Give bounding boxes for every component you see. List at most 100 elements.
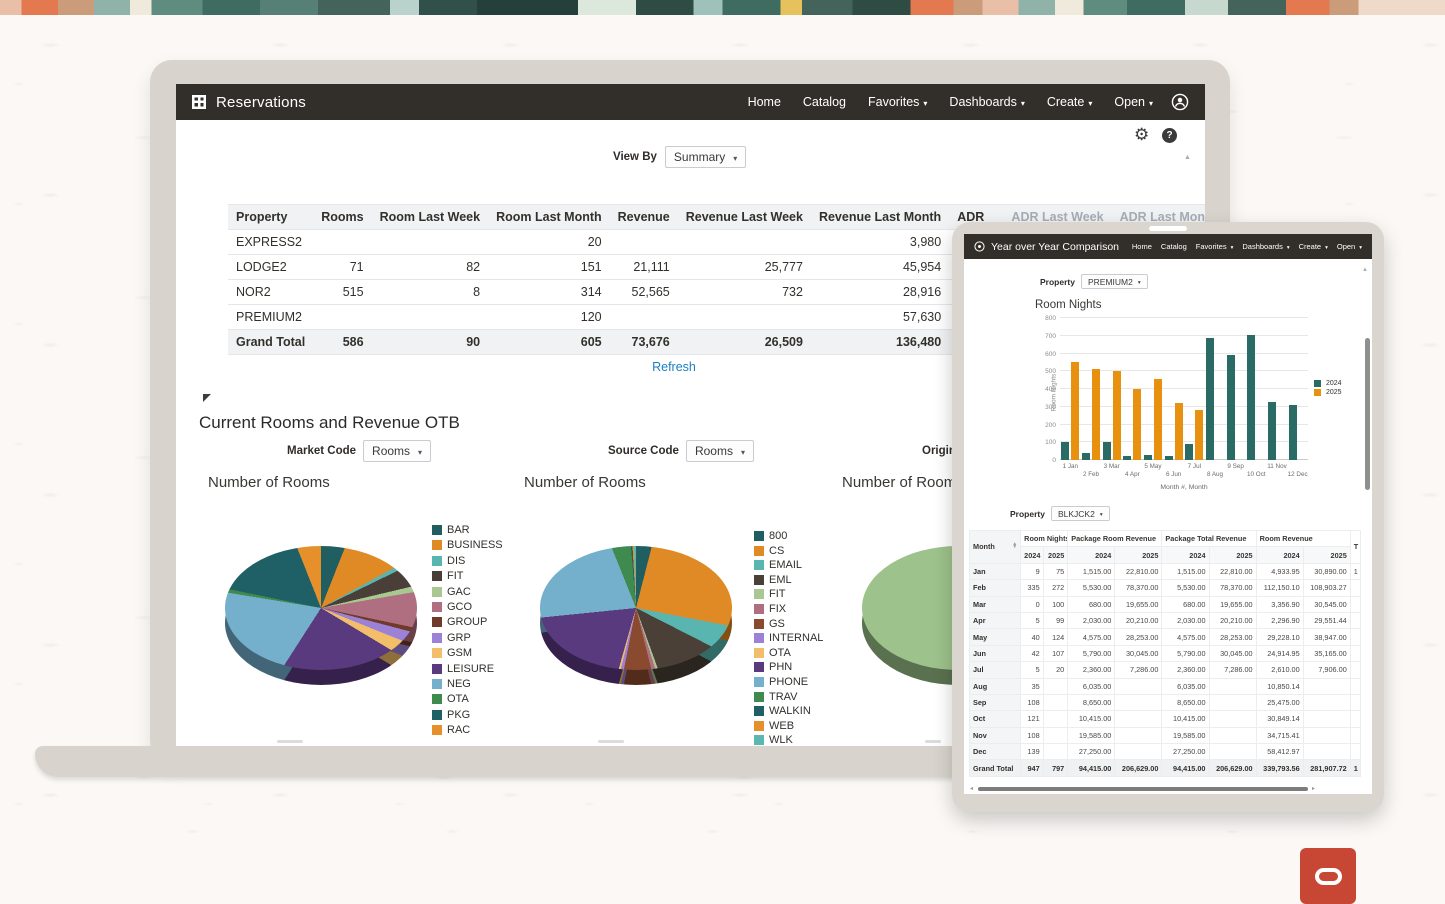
nav-item-open[interactable]: Open ▾: [1114, 95, 1153, 109]
partial-cell: [1349, 661, 1362, 679]
partial-cell: 1: [1349, 759, 1362, 777]
legend-item: 800: [754, 530, 823, 542]
collapse-handle[interactable]: [203, 394, 211, 402]
room-nights-bar-chart: Room Nights Month #, Month 0 100 200 300 400…: [1045, 315, 1308, 491]
year-header: 2024: [1067, 546, 1116, 564]
nav-item-dashboards[interactable]: Dashboards ▾: [1242, 242, 1289, 251]
table-row: Jan 9 75 1,515.00 22,810.00 1,515.00 22,810.00…: [969, 562, 1362, 581]
table-row: Oct 121 10,415.00 10,415.00 30,849.14: [969, 710, 1362, 728]
user-account-icon[interactable]: [1171, 93, 1189, 111]
x-tick-label: 4 Apr: [1124, 471, 1140, 478]
value-cell: 4,575.00: [1067, 628, 1116, 646]
value-cell: 99: [1042, 611, 1069, 630]
legend-item: OTA: [432, 693, 503, 705]
property-cell: EXPRESS2: [228, 229, 314, 255]
property-dropdown-bottom[interactable]: BLKJCK2 ▾: [1050, 506, 1110, 521]
nav-item-home[interactable]: Home: [1132, 242, 1152, 251]
source-code-dropdown[interactable]: Rooms ▾: [685, 440, 754, 462]
value-cell: 2,610.00: [1255, 661, 1304, 679]
legend-item: OTA: [754, 647, 823, 659]
sort-icons[interactable]: ▲ ▼: [1012, 542, 1017, 550]
oracle-o-mark: [1314, 867, 1342, 885]
nav-item-label: Open: [1114, 95, 1145, 109]
nav-item-catalog[interactable]: Catalog: [1161, 242, 1187, 251]
value-cell: 100: [1042, 595, 1069, 613]
nav-item-home[interactable]: Home: [748, 95, 781, 109]
yoy-table-container: Month ▲ ▼ Room Nights Package Room Revenue Pa…: [969, 530, 1366, 786]
scroll-up-arrow[interactable]: ▲: [1184, 154, 1191, 161]
legend-item: GROUP: [432, 616, 503, 628]
chevron-down-icon: ▾: [1088, 98, 1093, 108]
legend-item: TRAV: [754, 691, 823, 703]
x-tick-label: 8 Aug: [1206, 471, 1224, 478]
chevron-down-icon: ▾: [733, 153, 738, 163]
legend-item: RAC: [432, 724, 503, 736]
legend-item: INTERNAL: [754, 632, 823, 644]
yoy-comparison-table: Month ▲ ▼ Room Nights Package Room Revenue Pa…: [969, 530, 1362, 777]
nav-item-favorites[interactable]: Favorites ▾: [868, 95, 927, 109]
x-tick-label: 5 May: [1144, 463, 1162, 470]
value-cell: 20: [488, 229, 610, 255]
group-header: Room Revenue: [1255, 530, 1351, 548]
nav-item-open[interactable]: Open ▾: [1337, 242, 1362, 251]
settings-icon[interactable]: ⚙: [1134, 126, 1149, 143]
value-cell: [677, 304, 811, 330]
month-cell: Feb: [969, 579, 1022, 597]
value-cell: 4,575.00: [1161, 628, 1210, 646]
nav-item-catalog[interactable]: Catalog: [803, 95, 846, 109]
legend-item: GS: [754, 618, 823, 630]
help-icon[interactable]: ?: [1162, 128, 1177, 143]
bar-group: [1287, 404, 1308, 460]
column-header: Room Last Month: [488, 204, 610, 230]
legend-swatch: [754, 662, 764, 673]
bar-group: [1081, 368, 1102, 460]
scroll-left-arrow[interactable]: ◂: [970, 785, 973, 792]
value-cell: 680.00: [1067, 595, 1116, 613]
tablet-screen: Year over Year Comparison Home Catalog Fav…: [964, 234, 1372, 794]
table-row: Jul 5 20 2,360.00 7,286.00 2,360.00 7,286.00 2,…: [969, 661, 1362, 679]
nav-item-create[interactable]: Create ▾: [1047, 95, 1093, 109]
month-column-header[interactable]: Month ▲ ▼: [969, 530, 1022, 564]
legend-item: GCO: [432, 601, 503, 613]
value-cell: 2,030.00: [1161, 611, 1210, 630]
vertical-scrollbar[interactable]: [1365, 338, 1370, 490]
legend-label: OTA: [447, 693, 469, 706]
legend-item: WLK: [754, 734, 823, 746]
bar-2024: [1164, 455, 1173, 460]
value-cell: 21,111: [609, 254, 678, 280]
legend-item: CS: [754, 545, 823, 557]
legend-item: 2024: [1314, 380, 1342, 387]
value-cell: 40: [1020, 628, 1044, 646]
horizontal-scrollbar[interactable]: [978, 787, 1308, 791]
nav-item-label: Create: [1298, 242, 1322, 251]
target-icon[interactable]: [974, 241, 985, 252]
legend-swatch: [432, 571, 442, 582]
value-cell: [1114, 726, 1163, 745]
market-code-filter: Market Code Rooms ▾: [287, 440, 432, 462]
scroll-up-arrow[interactable]: ▲: [1362, 267, 1368, 273]
legend-item: PHN: [754, 661, 823, 673]
bar-group: [1267, 402, 1288, 460]
legend-item: GRP: [432, 632, 503, 644]
market-code-dropdown[interactable]: Rooms ▾: [363, 440, 432, 462]
nav-item-favorites[interactable]: Favorites ▾: [1196, 242, 1234, 251]
view-by-dropdown[interactable]: Summary ▾: [664, 146, 747, 168]
chevron-down-icon: ▾: [1286, 244, 1290, 251]
month-cell: Aug: [969, 677, 1022, 695]
value-cell: [1114, 677, 1163, 695]
value-cell: 120: [488, 304, 610, 330]
bar-2025: [1091, 368, 1100, 460]
legend-item: PHONE: [754, 676, 823, 688]
oracle-logo: [1300, 848, 1356, 904]
value-cell: 121: [1020, 710, 1044, 728]
sort-down-icon[interactable]: ▼: [1012, 545, 1017, 550]
month-cell: Grand Total: [969, 759, 1022, 777]
app-grid-icon[interactable]: [192, 95, 206, 109]
nav-item-dashboards[interactable]: Dashboards ▾: [949, 95, 1024, 109]
scroll-right-arrow[interactable]: ▸: [1312, 785, 1315, 792]
property-cell: Grand Total: [228, 329, 314, 355]
property-dropdown-top[interactable]: PREMIUM2 ▾: [1080, 274, 1148, 289]
nav-item-create[interactable]: Create ▾: [1299, 242, 1328, 251]
nav-item-label: Catalog: [1160, 242, 1187, 251]
truncated-footer-mark: [925, 740, 941, 743]
